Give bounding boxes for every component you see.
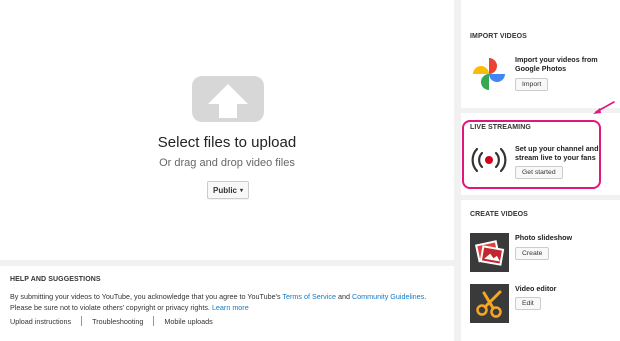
mobile-uploads-link[interactable]: Mobile uploads — [164, 317, 212, 326]
upload-title: Select files to upload — [157, 134, 297, 151]
upload-subtitle: Or drag and drop video files — [159, 157, 295, 169]
import-videos-title: IMPORT VIDEOS — [470, 33, 527, 40]
scissors-icon — [470, 284, 509, 323]
learn-more-link[interactable]: Learn more — [212, 303, 249, 312]
import-button[interactable]: Import — [515, 78, 549, 91]
create-button[interactable]: Create — [515, 247, 550, 260]
help-text-part2: . — [424, 292, 427, 301]
video-editor-label: Video editor — [515, 284, 557, 293]
create-videos-title: CREATE VIDEOS — [470, 211, 528, 218]
help-text-part1: By submitting your videos to YouTube, yo… — [10, 292, 283, 301]
guidelines-link[interactable]: Community Guidelines — [352, 292, 424, 301]
help-panel: HELP AND SUGGESTIONS By submitting your … — [0, 266, 454, 341]
create-videos-card: CREATE VIDEOS Photo slideshow Create Vid… — [461, 200, 620, 341]
divider — [153, 316, 155, 326]
upload-instructions-link[interactable]: Upload instructions — [10, 317, 71, 326]
upload-panel[interactable]: Select files to upload Or drag and drop … — [0, 0, 454, 260]
help-title: HELP AND SUGGESTIONS — [10, 276, 101, 283]
privacy-label: Public — [212, 185, 237, 195]
live-streaming-highlight — [462, 120, 601, 189]
photo-slideshow-label: Photo slideshow — [515, 233, 573, 242]
photo-slideshow-icon — [470, 233, 509, 272]
privacy-dropdown[interactable]: Public ▾ — [207, 181, 249, 199]
terms-link[interactable]: Terms of Service — [282, 292, 336, 301]
help-text: By submitting your videos to YouTube, yo… — [10, 291, 450, 313]
upload-icon[interactable] — [192, 76, 264, 122]
help-text-and: and — [335, 292, 352, 301]
chevron-down-icon: ▾ — [240, 187, 244, 194]
import-videos-description: Import your videos from Google Photos — [515, 55, 598, 73]
arrow-icon — [593, 101, 615, 114]
divider — [81, 316, 83, 326]
edit-button[interactable]: Edit — [515, 297, 541, 310]
help-text-line2: Please be sure not to violate others' co… — [10, 303, 212, 312]
import-videos-card: IMPORT VIDEOS Import your videos from Go… — [461, 0, 620, 108]
google-photos-icon — [473, 58, 505, 90]
help-links: Upload instructions Troubleshooting Mobi… — [10, 316, 213, 326]
troubleshooting-link[interactable]: Troubleshooting — [92, 317, 143, 326]
